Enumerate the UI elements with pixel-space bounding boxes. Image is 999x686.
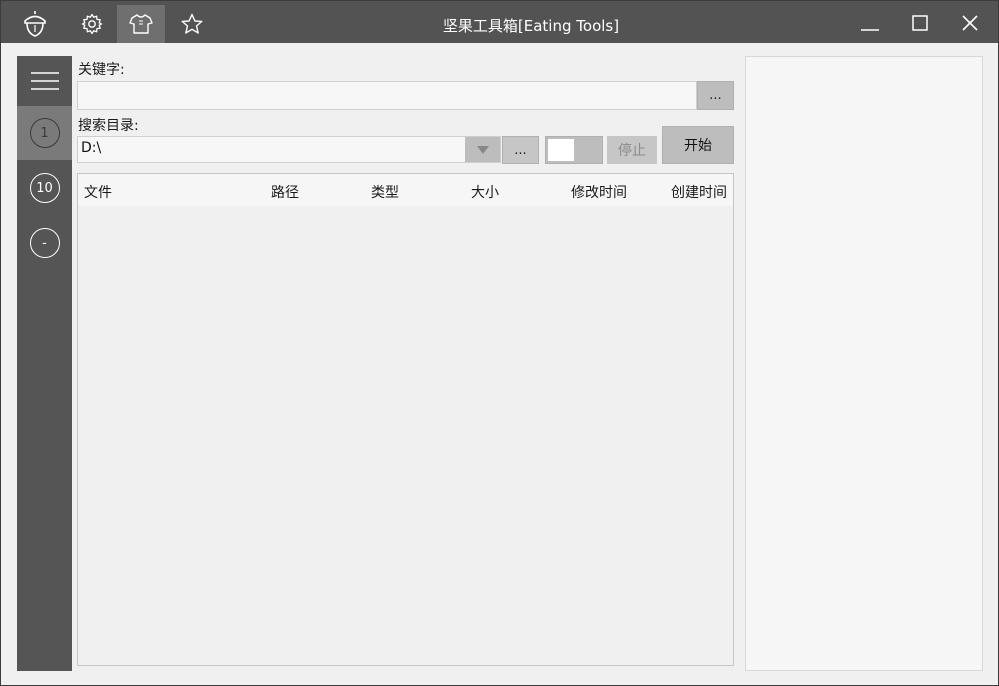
start-button[interactable]: 开始 (662, 126, 734, 164)
acorn-icon[interactable] (11, 5, 59, 43)
gear-icon[interactable] (68, 5, 116, 43)
column-header-size[interactable]: 大小 (471, 182, 499, 202)
sidebar-item-dash[interactable]: - (17, 216, 72, 270)
detail-panel (745, 56, 983, 671)
chevron-down-icon[interactable] (465, 137, 500, 162)
sidebar: 1 10 - (17, 56, 72, 671)
stop-button[interactable]: 停止 (607, 136, 657, 164)
toggle-switch[interactable] (545, 136, 603, 164)
keyword-input[interactable] (77, 81, 697, 110)
table-header: 文件 路径 类型 大小 修改时间 创建时间 (78, 174, 733, 206)
dir-browse-button[interactable]: ... (502, 136, 539, 164)
column-header-file[interactable]: 文件 (84, 182, 112, 202)
window-title: 坚果工具箱[Eating Tools] (442, 17, 620, 35)
sidebar-item-label: 1 (29, 118, 60, 148)
sidebar-item-1[interactable]: 1 (17, 106, 72, 160)
app-window: 坚果工具箱[Eating Tools] 1 10 - 关键字: ... 搜索目录… (0, 0, 999, 686)
keyword-browse-button[interactable]: ... (697, 81, 734, 110)
dir-select[interactable]: D:\ (77, 136, 501, 163)
keyword-label: 关键字: (78, 62, 125, 78)
column-header-path[interactable]: 路径 (271, 182, 299, 202)
column-header-created[interactable]: 创建时间 (671, 182, 727, 202)
close-icon[interactable] (946, 3, 994, 43)
dir-label: 搜索目录: (78, 118, 139, 134)
toggle-knob (548, 139, 574, 161)
results-table[interactable]: 文件 路径 类型 大小 修改时间 创建时间 (77, 173, 734, 666)
sidebar-item-10[interactable]: 10 (17, 161, 72, 215)
hamburger-icon[interactable] (17, 56, 72, 106)
sidebar-item-label: - (29, 228, 60, 258)
star-icon[interactable] (168, 5, 216, 43)
column-header-modified[interactable]: 修改时间 (571, 182, 627, 202)
minimize-icon[interactable] (846, 3, 894, 43)
sidebar-item-label: 10 (29, 173, 60, 203)
column-header-type[interactable]: 类型 (371, 182, 399, 202)
title-bar: 坚果工具箱[Eating Tools] (1, 1, 998, 43)
maximize-icon[interactable] (896, 3, 944, 43)
shirt-icon[interactable] (117, 5, 165, 43)
